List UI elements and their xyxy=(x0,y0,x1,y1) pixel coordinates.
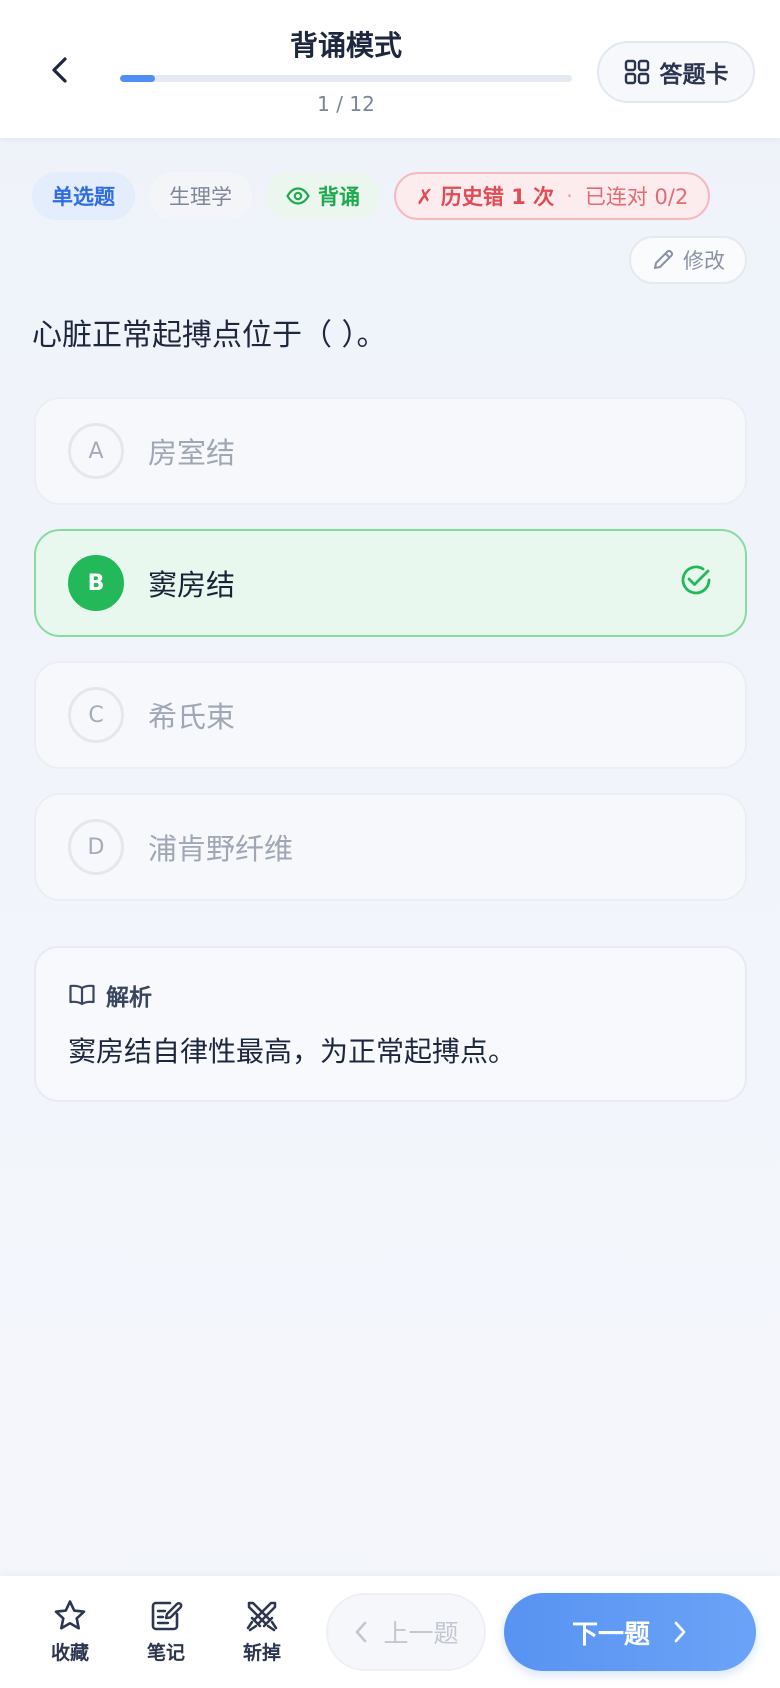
question-tags: 单选题 生理学 背诵 ✗ 历史错 1 次 · 已连对 0/2 xyxy=(32,172,711,220)
check-circle-icon xyxy=(681,565,711,595)
note-edit-icon xyxy=(151,1601,183,1631)
next-question-button[interactable]: 下一题 xyxy=(504,1593,756,1671)
favorite-label: 收藏 xyxy=(50,1642,89,1664)
bottom-toolbar: 收藏 笔记 斩掉 上一题 下一题 xyxy=(0,1576,780,1688)
top-header: 背诵模式 1 / 12 答题卡 xyxy=(0,0,780,138)
remove-button[interactable]: 斩掉 xyxy=(227,1598,297,1665)
subject-tag: 生理学 xyxy=(149,172,252,220)
option-text: 希氏束 xyxy=(148,700,236,734)
edit-button[interactable]: 修改 xyxy=(629,236,747,284)
option-text: 窦房结 xyxy=(148,568,236,602)
option-letter: D xyxy=(68,819,124,875)
option-letter: B xyxy=(68,555,124,611)
mode-tag-label: 背诵 xyxy=(318,185,360,209)
favorite-button[interactable]: 收藏 xyxy=(35,1598,105,1665)
note-label: 笔记 xyxy=(146,1642,185,1664)
edit-label: 修改 xyxy=(683,249,725,273)
progress-bar-fill xyxy=(120,75,155,82)
history-error-tag: ✗ 历史错 1 次 · 已连对 0/2 xyxy=(394,172,711,220)
note-button[interactable]: 笔记 xyxy=(131,1598,201,1665)
grid-icon xyxy=(624,59,649,85)
chevron-right-icon xyxy=(674,1621,686,1643)
book-open-icon xyxy=(69,984,95,1006)
progress-counter: 1 / 12 xyxy=(317,92,375,116)
option-letter: C xyxy=(68,687,124,743)
option-a[interactable]: A 房室结 xyxy=(34,397,747,505)
analysis-title: 解析 xyxy=(106,985,152,1011)
crossed-swords-icon xyxy=(246,1601,278,1632)
analysis-card: 解析 窦房结自律性最高，为正常起搏点。 xyxy=(34,946,747,1102)
page-title: 背诵模式 xyxy=(289,29,402,62)
pencil-icon xyxy=(654,249,674,269)
option-text: 浦肯野纤维 xyxy=(148,832,294,866)
analysis-header: 解析 xyxy=(68,978,152,1012)
history-error-count: ✗ 历史错 1 次 xyxy=(416,185,555,209)
previous-question-button[interactable]: 上一题 xyxy=(326,1593,486,1671)
chevron-left-icon xyxy=(356,1621,367,1643)
option-text: 房室结 xyxy=(148,436,236,470)
history-separator: · xyxy=(566,184,573,208)
option-b[interactable]: B 窦房结 xyxy=(34,529,747,637)
previous-question-label: 上一题 xyxy=(383,1619,459,1648)
correct-streak: 已连对 0/2 xyxy=(584,185,689,209)
remove-label: 斩掉 xyxy=(242,1642,281,1664)
answer-card-label: 答题卡 xyxy=(659,62,729,88)
eye-icon xyxy=(286,187,310,205)
question-text: 心脏正常起搏点位于（ ）。 xyxy=(32,318,387,353)
question-type-tag: 单选题 xyxy=(32,172,135,220)
star-icon xyxy=(54,1600,86,1630)
option-d[interactable]: D 浦肯野纤维 xyxy=(34,793,747,901)
progress-bar xyxy=(120,75,572,82)
option-letter: A xyxy=(68,423,124,479)
next-question-label: 下一题 xyxy=(571,1619,650,1650)
option-c[interactable]: C 希氏束 xyxy=(34,661,747,769)
answer-card-button[interactable]: 答题卡 xyxy=(597,41,755,103)
analysis-text: 窦房结自律性最高，为正常起搏点。 xyxy=(68,1035,517,1068)
mode-tag: 背诵 xyxy=(266,172,380,220)
